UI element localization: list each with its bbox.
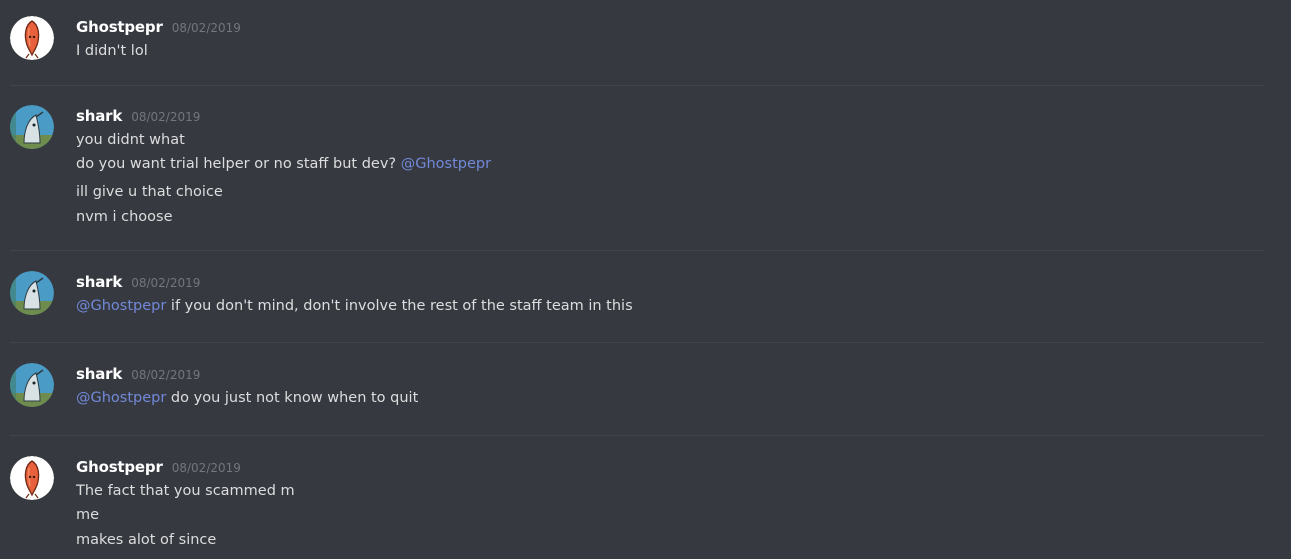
message-timestamp: 08/02/2019 [131, 110, 201, 124]
message-text: @Ghostpepr if you don't mind, don't invo… [76, 294, 633, 318]
chat-message-list: Ghostpepr 08/02/2019 I didn't lol shark … [0, 0, 1291, 559]
message-line: me [0, 503, 1281, 527]
message-line-highlighted: @Ghostpepr if you don't mind, don't invo… [0, 294, 1281, 318]
message-timestamp: 08/02/2019 [131, 276, 201, 290]
user-mention[interactable]: @Ghostpepr [401, 156, 491, 172]
message-line: makes alot of since [0, 528, 1281, 552]
message-line-highlighted: do you want trial helper or no staff but… [0, 152, 1281, 176]
message-divider [10, 250, 1265, 251]
message-line: ill give u that choice [0, 180, 1281, 204]
message-divider [10, 85, 1265, 86]
message-text: you didnt what [76, 132, 185, 148]
message-text: The fact that you scammed m [76, 483, 295, 499]
message-line: I didn't lol [0, 39, 1281, 63]
message-divider [10, 342, 1265, 343]
message-line: The fact that you scammed m [0, 479, 1281, 503]
message-timestamp: 08/02/2019 [131, 368, 201, 382]
message-divider [10, 435, 1265, 436]
author-name[interactable]: shark [76, 365, 122, 383]
user-mention[interactable]: @Ghostpepr [76, 390, 166, 406]
message-text-part: do you want trial helper or no staff but… [76, 156, 401, 172]
message-text: nvm i choose [76, 209, 173, 225]
author-name[interactable]: shark [76, 273, 122, 291]
message-text-part: do you just not know when to quit [166, 390, 419, 406]
message-text: ill give u that choice [76, 184, 223, 200]
message-text: I didn't lol [76, 43, 148, 59]
message-text: do you want trial helper or no staff but… [76, 152, 491, 176]
author-name[interactable]: Ghostpepr [76, 458, 163, 476]
author-name[interactable]: shark [76, 107, 122, 125]
message-line: you didnt what [0, 128, 1281, 152]
author-name[interactable]: Ghostpepr [76, 18, 163, 36]
user-mention[interactable]: @Ghostpepr [76, 298, 166, 314]
message-line-highlighted: @Ghostpepr do you just not know when to … [0, 386, 1281, 410]
message-text: @Ghostpepr do you just not know when to … [76, 386, 418, 410]
message-text: me [76, 507, 100, 523]
message-timestamp: 08/02/2019 [171, 461, 241, 475]
message-text: makes alot of since [76, 532, 217, 548]
message-text-part: if you don't mind, don't involve the res… [166, 298, 633, 314]
message-timestamp: 08/02/2019 [171, 21, 241, 35]
message-line: nvm i choose [0, 205, 1281, 229]
